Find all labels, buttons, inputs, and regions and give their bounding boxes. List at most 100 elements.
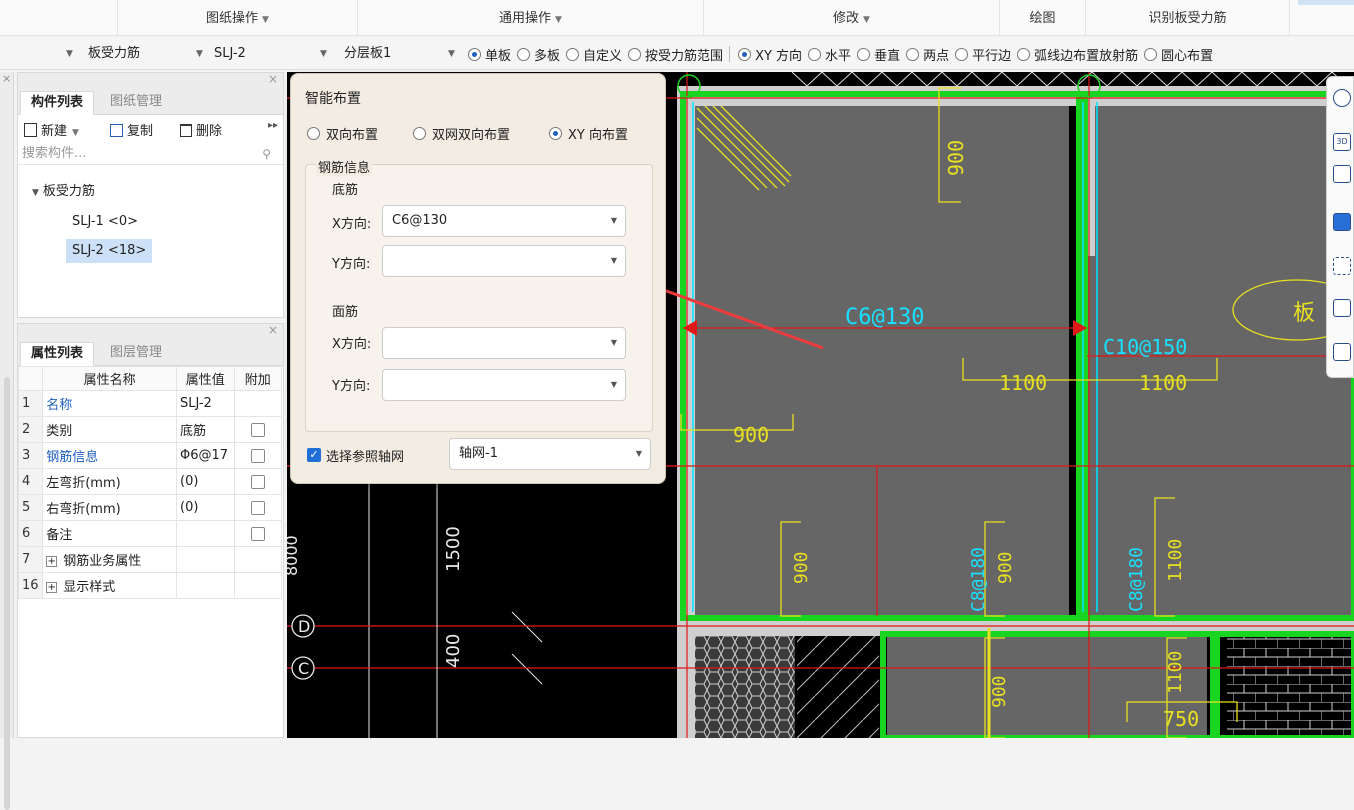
property-value[interactable] [176,520,235,547]
radio-horizontal[interactable] [808,47,822,61]
radio-single-slab[interactable] [468,47,481,61]
new-file-icon [24,123,37,137]
dialog-title: 智能布置 [305,91,361,107]
radio-circle[interactable] [413,127,426,140]
group-legend: 钢筋信息 [316,157,373,176]
box-view-icon[interactable] [1333,165,1351,183]
chevron-down-icon: ▼ [196,49,203,59]
chevron-down-icon: ▼ [448,49,455,59]
bottom-x-label: X方向: [332,217,372,232]
ribbon-group-common-ops[interactable]: 通用操作 ▼ [358,0,704,36]
top-y-combo[interactable]: ▼ [382,369,626,401]
tree-item-slj-2[interactable]: SLJ-2 <18> [66,239,153,263]
radio-custom[interactable] [566,47,580,61]
options-toolbar: ▼ 板受力筋 ▼ SLJ-2 ▼ 分层板1 ▼ 单板 多板 自定义 按受力筋范围 XY… [0,38,1354,70]
extra-checkbox[interactable] [250,422,265,437]
chevron-down-icon: ▼ [262,15,269,25]
list-settings-icon[interactable] [1333,343,1351,361]
copy-button[interactable]: 复制 [110,120,153,139]
property-value[interactable]: 底筋 [176,416,235,443]
extra-checkbox[interactable] [250,526,265,541]
component-search-input[interactable]: 搜索构件... ⚲ [18,143,283,165]
table-row[interactable]: 6 备注 [17,520,283,547]
radio-circle[interactable] [307,127,320,140]
tab-layer-management[interactable]: 图层管理 [100,342,172,366]
radio-two-points[interactable] [906,47,920,61]
radio-circle[interactable] [549,127,562,140]
radio-bidirectional[interactable]: 双向布置 [307,124,378,143]
extra-checkbox[interactable] [250,474,265,489]
dropdown-value: 分层板1 [344,46,392,61]
component-toolbar: 新建 ▼ 复制 删除 ▸▸ [18,115,283,143]
copy-label: 复制 [127,124,154,139]
property-value[interactable]: (0) [176,468,235,495]
ribbon-group-drawing-ops[interactable]: 图纸操作 ▼ [118,0,358,36]
scrollbar[interactable] [4,377,10,810]
tree-root-slab-rebar[interactable]: ▼ 板受力筋 [32,180,95,204]
close-icon[interactable]: × [268,72,278,86]
radio-double-net[interactable]: 双网双向布置 [413,124,510,143]
property-value[interactable]: (0) [176,494,235,521]
property-value[interactable]: SLJ-2 [176,390,235,417]
property-name: 钢筋信息 [42,442,177,469]
radio-arc-radial[interactable] [1017,47,1031,61]
expand-icon[interactable]: + [46,556,58,567]
delete-button[interactable]: 删除 [180,120,222,139]
radio-xy-direction[interactable] [738,47,752,61]
radio-label: 水平 [825,48,852,64]
property-value[interactable]: Φ6@17 [176,442,235,469]
select-region-icon[interactable] [1333,257,1351,275]
ref-axis-checkbox[interactable]: ✓ [307,448,321,462]
search-icon[interactable]: ⚲ [262,143,271,165]
chevron-down-icon: ▼ [610,216,617,225]
orbit-icon[interactable] [1333,89,1351,107]
radio-by-rebar-range[interactable] [628,47,642,61]
tree-item-slj-1[interactable]: SLJ-1 <0> [72,210,138,234]
ribbon-group-modify[interactable]: 修改 ▼ [704,0,1000,36]
tab-drawing-management[interactable]: 图纸管理 [100,91,172,115]
new-button[interactable]: 新建 ▼ [24,120,79,139]
extra-checkbox[interactable] [250,500,265,515]
ribbon-group-draw[interactable]: 绘图 [1000,0,1086,36]
column-header: 属性名称 [42,366,177,391]
solid-view-icon[interactable] [1333,213,1351,231]
dim-label: 8000 [287,535,301,576]
table-row[interactable]: 5 右弯折(mm) (0) [17,494,283,521]
layer-dropdown[interactable]: 分层板1 ▼ [340,42,460,66]
bottom-y-combo[interactable]: ▼ [382,245,626,277]
first-dropdown[interactable]: ▼ [0,42,82,66]
ribbon-group-label: 识别板受力筋 [1148,11,1227,26]
ribbon-group-identify-slab-rebar[interactable]: 识别板受力筋 [1086,0,1290,36]
dim-label: 1100 [1139,371,1187,395]
radio-parallel-edge[interactable] [955,47,969,61]
top-x-combo[interactable]: ▼ [382,327,626,359]
ref-axis-combo[interactable]: 轴网-1 ▼ [449,438,651,470]
table-row[interactable]: 1 名称 SLJ-2 [17,390,283,417]
bottom-x-combo[interactable]: C6@130 ▼ [382,205,626,237]
expand-icon[interactable]: + [46,582,58,593]
radio-vertical[interactable] [857,47,871,61]
3d-view-icon[interactable]: 3D [1333,133,1351,151]
dim-label: 750 [1163,707,1199,731]
radio-xy-layout[interactable]: XY 向布置 [549,124,628,143]
radio-center-layout[interactable] [1144,47,1158,61]
table-row[interactable]: 4 左弯折(mm) (0) [17,468,283,495]
table-row[interactable]: 7 + 钢筋业务属性 [17,546,283,573]
close-icon[interactable]: × [268,323,278,337]
table-row[interactable]: 2 类别 底筋 [17,416,283,443]
more-icon[interactable]: ▸▸ [268,120,278,131]
extra-cell [233,494,283,521]
extra-checkbox[interactable] [250,448,265,463]
table-row[interactable]: 3 钢筋信息 Φ6@17 [17,442,283,469]
component-name-dropdown[interactable]: SLJ-2 ▼ [210,42,334,66]
radio-multi-slab[interactable] [517,47,531,61]
close-icon[interactable]: × [2,72,11,85]
tab-property-list[interactable]: 属性列表 [20,342,95,366]
tab-component-list[interactable]: 构件列表 [20,91,95,115]
component-view-icon[interactable] [1333,299,1351,317]
column-header: 属性值 [176,366,235,391]
component-type-dropdown[interactable]: 板受力筋 ▼ [84,42,204,66]
dim-label: 1500 [443,526,464,572]
table-row[interactable]: 16 + 显示样式 [17,572,283,599]
panel-titlebar: × [18,323,283,340]
